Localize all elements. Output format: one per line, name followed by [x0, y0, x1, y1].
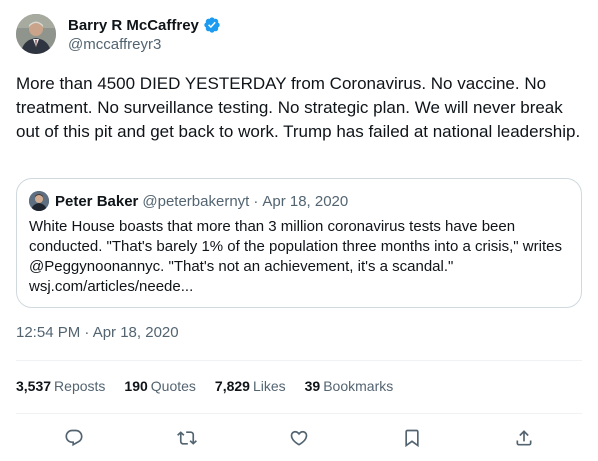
share-button[interactable] — [510, 424, 538, 452]
quoted-separator: · — [253, 192, 259, 210]
author-display-name[interactable]: Barry R McCaffrey — [68, 17, 199, 34]
like-icon — [290, 430, 308, 446]
quoted-tweet-date: Apr 18, 2020 — [262, 192, 349, 210]
tweet-header: Barry R McCaffrey @mccaffreyr3 — [16, 12, 221, 56]
tweet-timestamp[interactable]: 12:54 PM · Apr 18, 2020 — [16, 324, 179, 341]
likes-label: Likes — [252, 378, 286, 394]
reply-button[interactable] — [60, 424, 88, 452]
reposts-count: 3,537 — [16, 378, 52, 394]
repost-icon — [176, 431, 197, 445]
reply-icon — [65, 429, 83, 447]
bookmarks-stat[interactable]: 39 Bookmarks — [305, 378, 394, 394]
engagement-stats: 3,537 Reposts 190 Quotes 7,829 Likes 39 Book… — [16, 378, 412, 394]
quoted-tweet-header: Peter Baker @peterbakernyt · Apr 18, 202… — [29, 191, 569, 211]
bookmark-icon — [404, 429, 419, 448]
repost-button[interactable] — [173, 424, 201, 452]
action-bar — [60, 424, 538, 452]
quotes-stat[interactable]: 190 Quotes — [124, 378, 196, 394]
reposts-label: Reposts — [54, 378, 106, 394]
quoted-tweet-card[interactable]: Peter Baker @peterbakernyt · Apr 18, 202… — [16, 178, 582, 308]
reposts-stat[interactable]: 3,537 Reposts — [16, 378, 105, 394]
likes-count: 7,829 — [214, 378, 250, 394]
divider — [16, 360, 582, 361]
quoted-tweet-text: White House boasts that more than 3 mill… — [29, 218, 562, 295]
quoted-author-handle: @peterbakernyt — [142, 192, 250, 210]
author-avatar[interactable] — [16, 14, 56, 54]
quoted-author-avatar — [29, 191, 49, 211]
author-handle[interactable]: @mccaffreyr3 — [68, 36, 221, 53]
divider — [16, 413, 582, 414]
likes-stat[interactable]: 7,829 Likes — [215, 378, 286, 394]
bookmarks-label: Bookmarks — [323, 378, 394, 394]
verified-badge-icon — [203, 16, 221, 34]
bookmark-button[interactable] — [398, 424, 426, 452]
quotes-label: Quotes — [150, 378, 196, 394]
tweet-text: More than 4500 DIED YESTERDAY from Coron… — [16, 74, 581, 141]
like-button[interactable] — [285, 424, 313, 452]
bookmarks-count: 39 — [304, 378, 321, 394]
share-icon — [516, 430, 532, 446]
quotes-count: 190 — [124, 378, 148, 394]
quoted-author-name: Peter Baker — [55, 192, 139, 210]
